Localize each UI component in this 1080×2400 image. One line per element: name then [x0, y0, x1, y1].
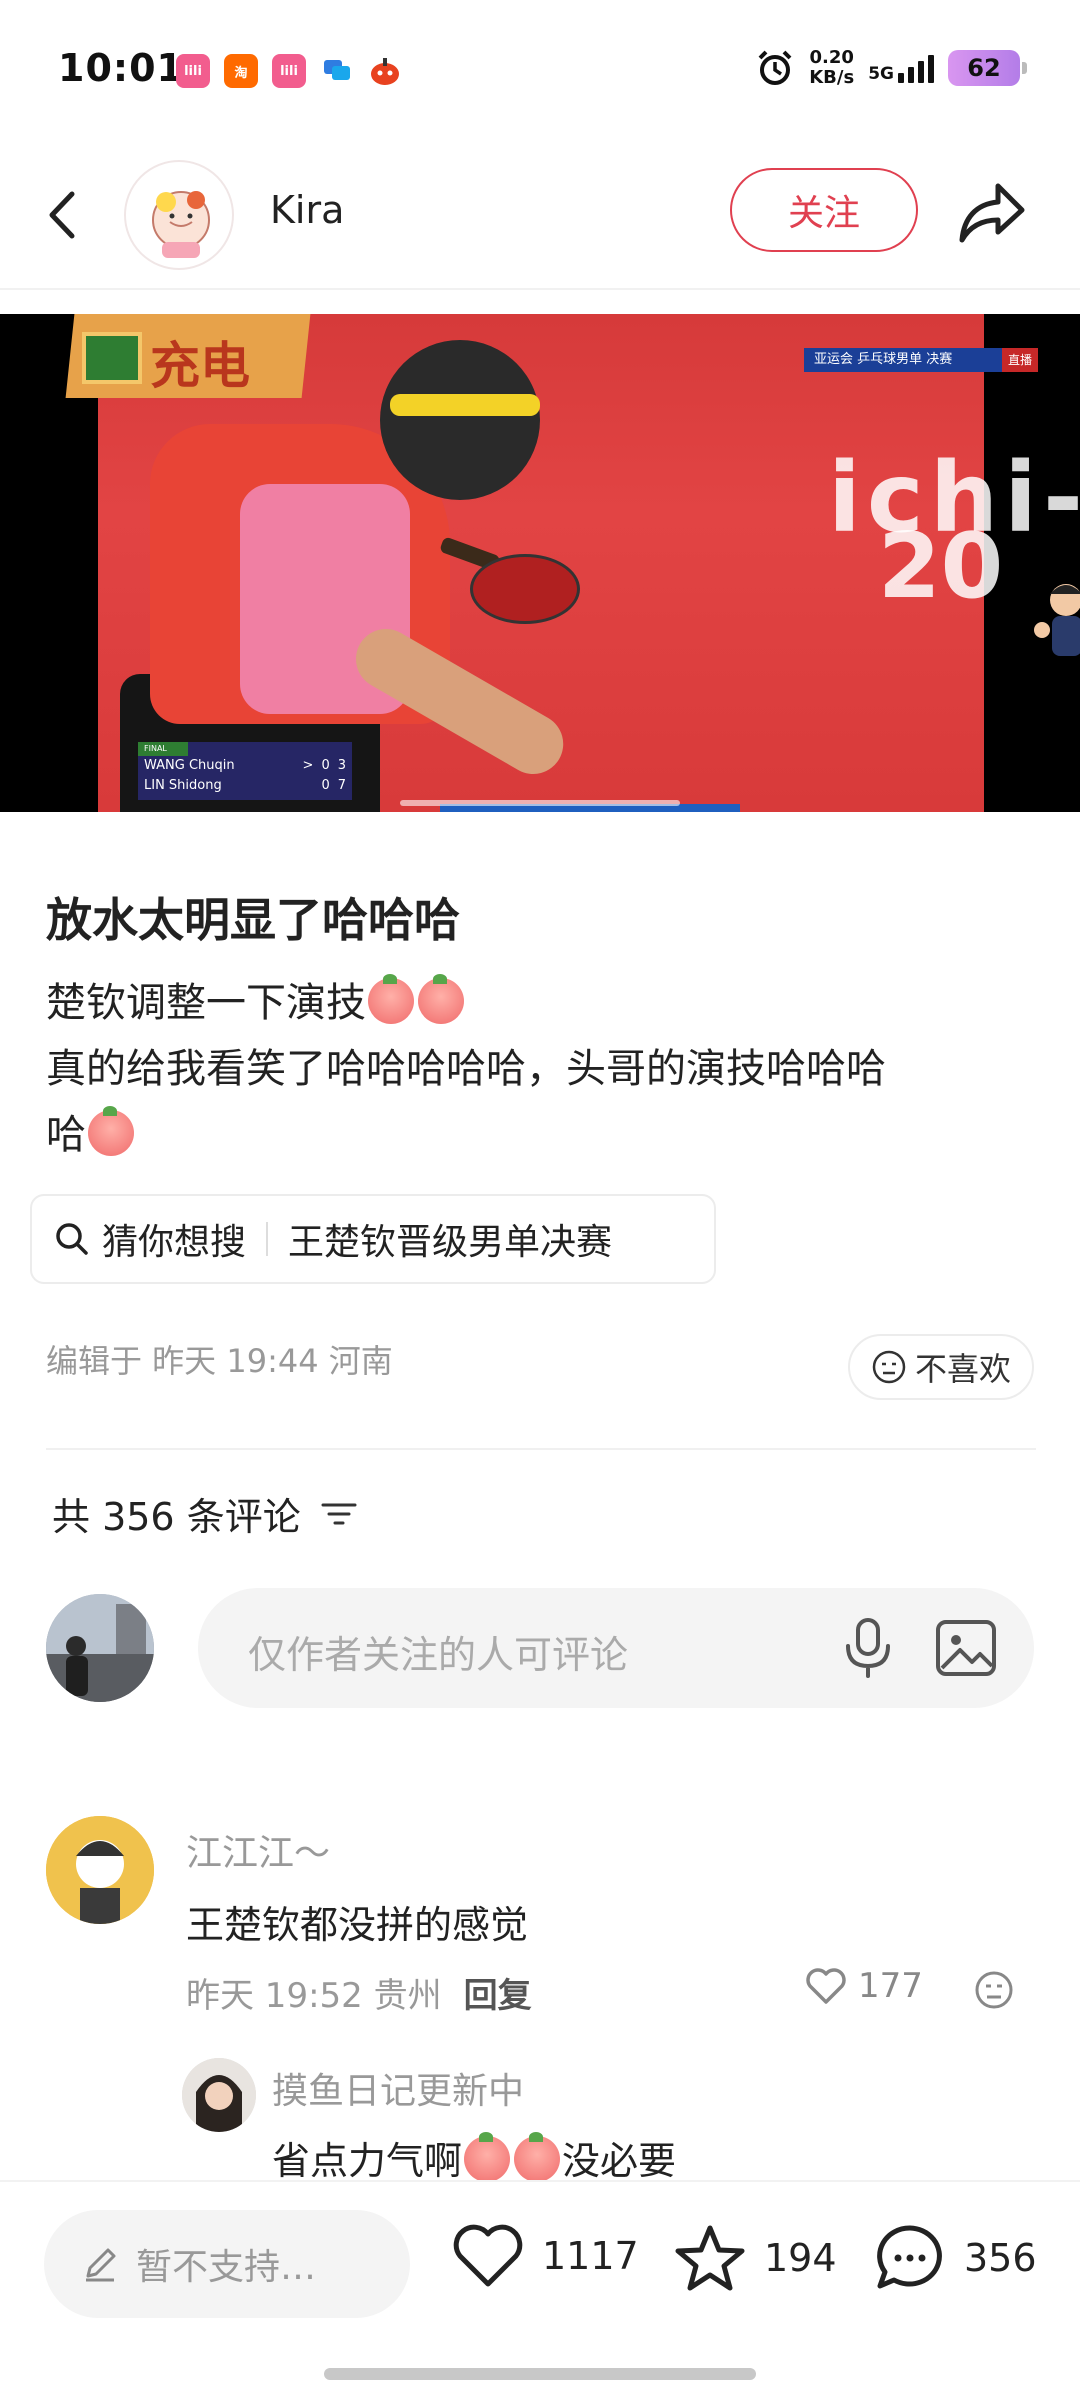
favorite-count: 194	[764, 2236, 837, 2280]
player-head	[380, 340, 540, 500]
notification-icons: lili 淘 lili	[176, 54, 402, 88]
search-icon	[56, 1223, 88, 1255]
post-line: 真的给我看笑了哈哈哈哈哈，头哥的演技哈哈哈	[46, 1046, 886, 1092]
share-icon[interactable]	[954, 174, 1030, 250]
author-avatar[interactable]	[124, 160, 234, 270]
bilibili-icon: lili	[176, 54, 210, 88]
comment-total: 356	[964, 2236, 1037, 2280]
post-header: Kira 关注	[0, 150, 1080, 290]
image-icon[interactable]	[934, 1618, 998, 1678]
status-bar: 10:01 lili 淘 lili 0.20 KB/s 5G 62	[0, 0, 1080, 140]
commenter-name[interactable]: 江江江～	[186, 1824, 330, 1876]
score-row: LIN Shidong 0 7	[144, 778, 346, 793]
follow-button[interactable]: 关注	[730, 168, 918, 252]
crying-emoji-icon	[514, 2132, 561, 2182]
status-time: 10:01	[58, 46, 184, 90]
post-title: 放水太明显了哈哈哈	[46, 893, 460, 947]
post-line: 哈	[46, 1102, 1036, 1168]
alarm-icon	[758, 50, 792, 85]
commenter-avatar[interactable]	[182, 2058, 256, 2132]
heart-icon	[806, 1968, 846, 2004]
author-name[interactable]: Kira	[270, 188, 344, 232]
search-chip-query: 王楚钦晋级男单决赛	[288, 1222, 613, 1263]
comment-text: 王楚钦都没拼的感觉	[186, 1903, 529, 1947]
home-indicator[interactable]	[324, 2368, 756, 2380]
back-arrow-icon[interactable]	[38, 180, 88, 250]
star-icon	[675, 2225, 745, 2291]
favorite-button[interactable]: 194	[672, 2222, 837, 2294]
comment-count: 共 356 条评论	[52, 1495, 301, 1539]
ad-text: 充电	[150, 337, 250, 395]
score-row: WANG Chuqin > 0 3	[144, 758, 346, 773]
video-progress-bar[interactable]	[400, 800, 680, 806]
bottom-action-bar: 暂不支持… 1117 194 356	[0, 2180, 1080, 2400]
suggested-search-chip[interactable]: 猜你想搜 王楚钦晋级男单决赛	[30, 1194, 716, 1284]
signal-bars-icon	[898, 53, 934, 83]
video-player[interactable]: ichi- 20 亚运会 乒乓球男单 决赛 直播 充电 FINAL WANG C…	[0, 314, 1080, 812]
scoreboard-tag: FINAL	[138, 742, 188, 756]
signal-indicator: 5G	[868, 53, 934, 83]
divider	[266, 1222, 269, 1256]
current-user-avatar	[46, 1594, 154, 1702]
microphone-icon[interactable]	[838, 1616, 898, 1680]
bilibili-icon: lili	[272, 54, 306, 88]
comment-like-button[interactable]: 177	[804, 1966, 923, 2006]
commenter-avatar[interactable]	[46, 1816, 154, 1924]
crying-emoji-icon	[418, 974, 464, 1024]
taobao-icon: 淘	[224, 54, 258, 88]
reply-button[interactable]: 回复	[464, 1976, 532, 2016]
sort-filter-icon[interactable]	[321, 1499, 357, 1529]
bottom-comment-input[interactable]: 暂不支持…	[44, 2210, 410, 2318]
ad-logo	[82, 332, 142, 384]
post-body: 楚钦调整一下演技 真的给我看笑了哈哈哈哈哈，头哥的演技哈哈哈 哈	[46, 970, 1036, 1168]
like-button[interactable]: 1117	[450, 2222, 639, 2290]
comment-count-header: 共 356 条评论	[52, 1486, 357, 1541]
player-headband	[390, 394, 540, 416]
scoreboard: FINAL WANG Chuqin > 0 3 LIN Shidong 0 7	[138, 742, 352, 800]
commenter-name[interactable]: 摸鱼日记更新中	[272, 2062, 524, 2114]
crying-emoji-icon	[88, 1106, 134, 1156]
divider	[46, 1448, 1036, 1450]
comment-text: 省点力气啊 没必要	[272, 2130, 676, 2185]
post-meta: 编辑于 昨天 19:44 河南	[46, 1342, 393, 1380]
heart-icon	[453, 2224, 523, 2287]
like-count: 1117	[542, 2234, 639, 2278]
chat-icon	[320, 54, 354, 88]
comment-bubble-icon	[877, 2225, 942, 2289]
live-badge: 直播	[1002, 348, 1038, 372]
unhappy-face-icon	[872, 1350, 906, 1384]
pencil-icon	[86, 2248, 116, 2282]
comments-button[interactable]: 356	[872, 2222, 1037, 2294]
comment-input-placeholder: 仅作者关注的人可评论	[248, 1633, 629, 1677]
comment-input[interactable]: 仅作者关注的人可评论	[198, 1588, 1034, 1708]
search-chip-label: 猜你想搜	[102, 1222, 247, 1263]
comment-meta: 昨天 19:52 贵州 回复	[186, 1976, 532, 2016]
unhappy-face-icon[interactable]	[974, 1970, 1014, 2010]
crying-emoji-icon	[464, 2132, 511, 2182]
network-speed: 0.20 KB/s	[809, 47, 855, 88]
court-lettering-year: 20	[878, 514, 1004, 619]
fire-icon	[368, 54, 402, 88]
floating-assistant-icon[interactable]	[1032, 564, 1080, 664]
crying-emoji-icon	[368, 974, 414, 1024]
dislike-button[interactable]: 不喜欢	[848, 1334, 1034, 1400]
post-line: 楚钦调整一下演技	[46, 970, 1036, 1036]
battery-indicator: 62	[948, 50, 1027, 86]
paddle	[470, 554, 580, 624]
system-status: 0.20 KB/s 5G 62	[755, 47, 1027, 88]
